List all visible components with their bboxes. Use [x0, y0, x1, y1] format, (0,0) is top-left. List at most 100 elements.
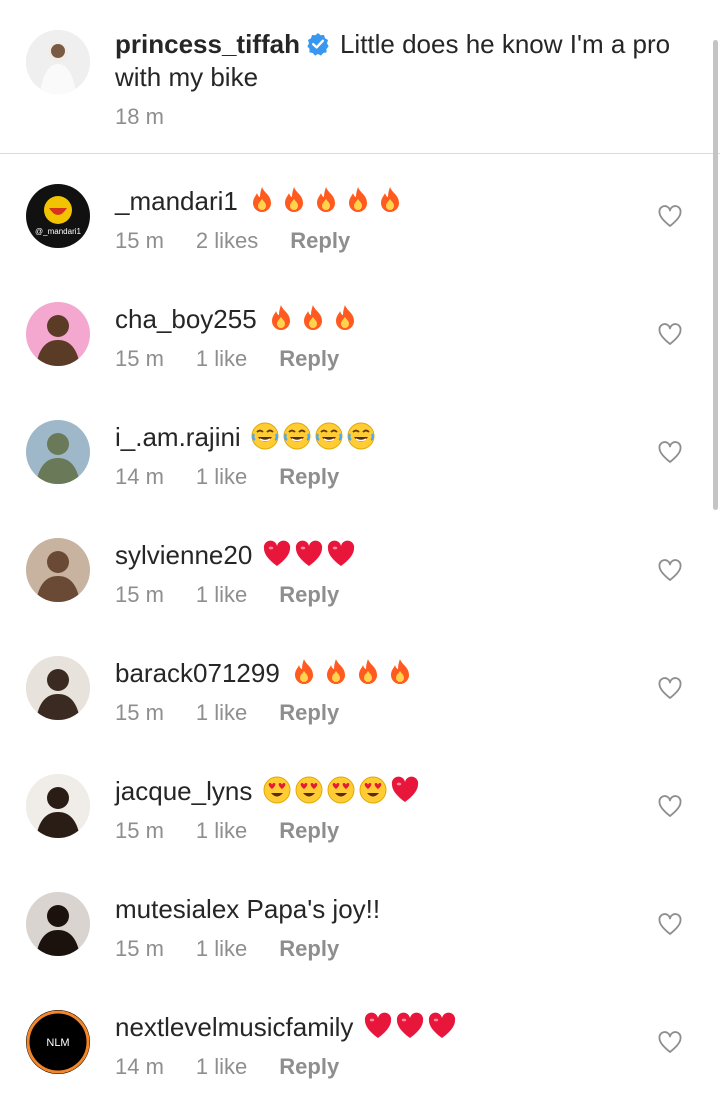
heart-outline-icon[interactable]: [657, 912, 683, 938]
commenter-username[interactable]: nextlevelmusicfamily: [115, 1012, 353, 1042]
caption-avatar[interactable]: [26, 30, 90, 94]
reply-button[interactable]: Reply: [279, 1054, 339, 1079]
comment-meta: 15 m 2 likes Reply: [115, 228, 382, 254]
heart-outline-icon[interactable]: [657, 204, 683, 230]
avatar-logo-text: NLM: [46, 1037, 69, 1049]
joy-emoji-icon: [347, 422, 375, 450]
reply-button[interactable]: Reply: [279, 700, 339, 725]
verified-badge-icon: [307, 33, 329, 56]
heart-outline-icon[interactable]: [657, 440, 683, 466]
comment-timestamp: 15 m: [115, 228, 164, 253]
reply-button[interactable]: Reply: [279, 346, 339, 371]
comment-timestamp: 14 m: [115, 464, 164, 489]
comment-meta: 15 m 1 like Reply: [115, 700, 371, 726]
comment-timestamp: 15 m: [115, 346, 164, 371]
reply-button[interactable]: Reply: [290, 228, 350, 253]
fire-emoji-icon: [335, 305, 354, 330]
comment-row: cha_boy255 15 m 1 like Reply: [0, 300, 720, 418]
comment-row: sylvienne20 15 m 1 like Reply: [0, 536, 720, 654]
heart-emoji-icon: [263, 540, 290, 566]
likes-count[interactable]: 1 like: [196, 818, 247, 843]
commenter-avatar[interactable]: [26, 420, 90, 484]
commenter-avatar[interactable]: [26, 774, 90, 838]
fire-emoji-icon: [285, 187, 304, 212]
heart-outline-icon[interactable]: [657, 676, 683, 702]
heart-emoji-icon: [428, 1012, 455, 1038]
comment-text: _mandari1: [115, 184, 405, 218]
commenter-avatar[interactable]: @_mandari1: [26, 184, 90, 248]
likes-count[interactable]: 1 like: [196, 700, 247, 725]
caption-username[interactable]: princess_tiffah: [115, 29, 300, 59]
commenter-username[interactable]: _mandari1: [115, 186, 238, 216]
reply-button[interactable]: Reply: [279, 464, 339, 489]
joy-emoji-icon: [315, 422, 343, 450]
fire-emoji-icon: [295, 659, 314, 684]
commenter-username[interactable]: barack071299: [115, 658, 280, 688]
heart-eyes-emoji-icon: [295, 776, 323, 804]
comment-meta: 15 m 1 like Reply: [115, 936, 371, 962]
commenter-avatar[interactable]: NLM: [26, 1010, 90, 1074]
joy-emoji-icon: [283, 422, 311, 450]
fire-emoji-icon: [317, 187, 336, 212]
comment-timestamp: 15 m: [115, 700, 164, 725]
fire-emoji-icon: [391, 659, 410, 684]
fire-emoji-icon: [349, 187, 368, 212]
caption-timestamp: 18 m: [115, 104, 164, 129]
likes-count[interactable]: 1 like: [196, 464, 247, 489]
fire-emoji-icon: [303, 305, 322, 330]
comment-timestamp: 14 m: [115, 1054, 164, 1079]
reply-button[interactable]: Reply: [279, 936, 339, 961]
commenter-avatar[interactable]: [26, 892, 90, 956]
heart-emoji-icon: [295, 540, 322, 566]
fire-emoji-icon: [359, 659, 378, 684]
comment-meta: 14 m 1 like Reply: [115, 464, 371, 490]
post-caption: princess_tiffah Little does he know I'm a…: [0, 0, 720, 154]
comment-row: NLM nextlevelmusicfamily 14 m 1 like Reply: [0, 1008, 720, 1118]
likes-count[interactable]: 1 like: [196, 1054, 247, 1079]
fire-emoji-icon: [327, 659, 346, 684]
reply-button[interactable]: Reply: [279, 818, 339, 843]
likes-count[interactable]: 1 like: [196, 582, 247, 607]
comment-row: barack071299 15 m 1 like Reply: [0, 654, 720, 772]
commenter-username[interactable]: i_.am.rajini: [115, 422, 241, 452]
commenter-username[interactable]: jacque_lyns: [115, 776, 252, 806]
scrollbar[interactable]: [713, 40, 718, 510]
fire-emoji-icon: [253, 187, 272, 212]
likes-count[interactable]: 2 likes: [196, 228, 258, 253]
comment-text: barack071299: [115, 656, 415, 690]
heart-eyes-emoji-icon: [263, 776, 291, 804]
comment-row: i_.am.rajini 14 m 1 like Reply: [0, 418, 720, 536]
joy-emoji-icon: [251, 422, 279, 450]
commenter-avatar[interactable]: [26, 656, 90, 720]
reply-button[interactable]: Reply: [279, 582, 339, 607]
commenter-username[interactable]: sylvienne20: [115, 540, 252, 570]
commenter-username[interactable]: cha_boy255: [115, 304, 257, 334]
heart-emoji-icon: [327, 540, 354, 566]
heart-eyes-emoji-icon: [359, 776, 387, 804]
fire-emoji-icon: [381, 187, 400, 212]
comment-timestamp: 15 m: [115, 582, 164, 607]
comment-row: mutesialex Papa's joy!! 15 m 1 like Reply: [0, 890, 720, 1008]
comment-meta: 15 m 1 like Reply: [115, 346, 371, 372]
heart-emoji-icon: [364, 1012, 391, 1038]
fire-emoji-icon: [271, 305, 290, 330]
heart-outline-icon[interactable]: [657, 1030, 683, 1056]
heart-emoji-icon: [391, 776, 418, 802]
likes-count[interactable]: 1 like: [196, 346, 247, 371]
likes-count[interactable]: 1 like: [196, 936, 247, 961]
comment-row: jacque_lyns 15 m 1 like Reply: [0, 772, 720, 890]
heart-outline-icon[interactable]: [657, 794, 683, 820]
comment-body: Papa's joy!!: [246, 894, 381, 924]
commenter-avatar[interactable]: [26, 302, 90, 366]
comment-text: cha_boy255: [115, 302, 360, 336]
commenter-username[interactable]: mutesialex: [115, 894, 239, 924]
heart-outline-icon[interactable]: [657, 322, 683, 348]
comment-text: nextlevelmusicfamily: [115, 1010, 457, 1044]
heart-outline-icon[interactable]: [657, 558, 683, 584]
heart-eyes-emoji-icon: [327, 776, 355, 804]
avatar-logo-text: @_mandari1: [35, 227, 81, 236]
commenter-avatar[interactable]: [26, 538, 90, 602]
comment-row: @_mandari1 _mandari1 15 m 2 likes Reply: [0, 182, 720, 300]
comment-meta: 15 m 1 like Reply: [115, 818, 371, 844]
comment-timestamp: 15 m: [115, 936, 164, 961]
